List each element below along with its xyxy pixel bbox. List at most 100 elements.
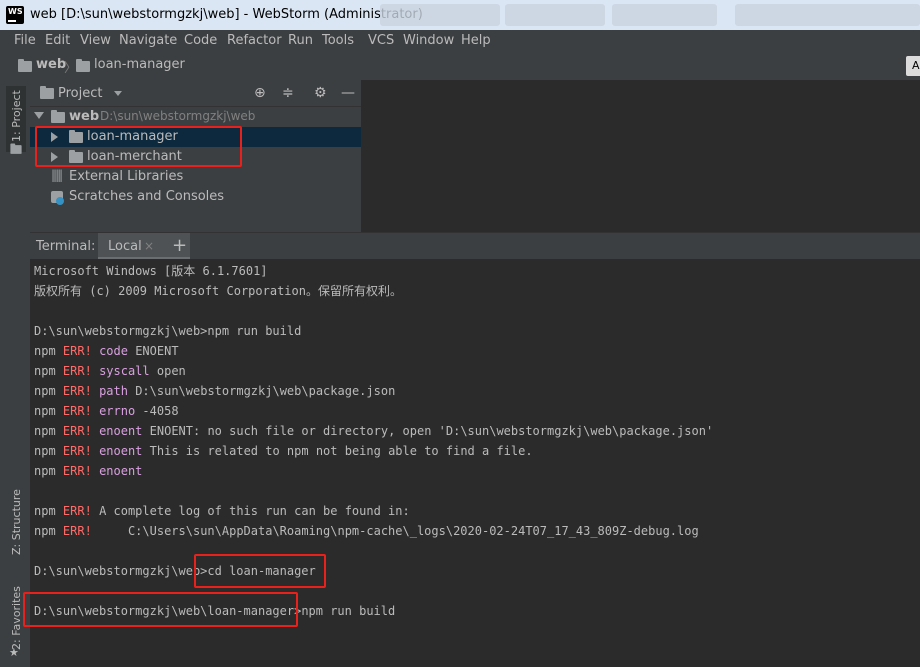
collapse-all-icon[interactable]: ≑ xyxy=(282,85,294,101)
tree-root-label: web xyxy=(69,109,100,124)
err-label: ERR! xyxy=(62,404,92,418)
scratches-badge-icon xyxy=(56,197,64,205)
tree-item-scratches[interactable]: Scratches and Consoles xyxy=(30,187,361,207)
menu-code[interactable]: Code xyxy=(184,33,217,48)
chevron-down-icon[interactable] xyxy=(114,91,122,96)
blurred-taskbar-item xyxy=(612,4,717,26)
terminal-label: Terminal: xyxy=(36,239,96,254)
webstorm-app-icon[interactable]: WS xyxy=(6,6,24,24)
terminal-line: npm ERR! C:\Users\sun\AppData\Roaming\np… xyxy=(34,521,699,541)
breadcrumb: web 〉 loan-manager A xyxy=(0,52,920,81)
menu-window[interactable]: Window xyxy=(403,33,454,48)
err-value: C:\Users\sun\AppData\Roaming\npm-cache\_… xyxy=(99,524,699,538)
err-key: enoent xyxy=(99,424,143,438)
project-panel-header: Project ⊕ ≑ ⚙ — xyxy=(30,80,361,107)
expand-arrow-icon[interactable] xyxy=(34,112,44,119)
close-icon[interactable]: × xyxy=(144,239,154,253)
err-label: ERR! xyxy=(62,424,92,438)
npm-label: npm xyxy=(34,444,56,458)
err-label: ERR! xyxy=(62,364,92,378)
err-value: ENOENT xyxy=(135,344,179,358)
err-value: This is related to npm not being able to… xyxy=(149,444,533,458)
npm-label: npm xyxy=(34,464,56,478)
npm-label: npm xyxy=(34,364,56,378)
minimize-icon[interactable]: — xyxy=(341,85,355,101)
left-tool-strip: 1: Project Z: Structure 2: Favorites ★ xyxy=(0,80,31,667)
editor-area[interactable] xyxy=(361,80,920,232)
npm-label: npm xyxy=(34,344,56,358)
npm-label: npm xyxy=(34,424,56,438)
tool-tab-favorites[interactable]: 2: Favorites xyxy=(10,586,23,650)
title-bar: WS web [D:\sun\webstormgzkj\web] - WebSt… xyxy=(0,0,920,30)
err-label: ERR! xyxy=(62,444,92,458)
menu-tools[interactable]: Tools xyxy=(322,33,354,48)
command: npm run build xyxy=(301,604,396,618)
err-label: ERR! xyxy=(62,344,92,358)
add-terminal-tab-button[interactable]: + xyxy=(172,235,187,256)
project-view-selector[interactable]: Project xyxy=(58,86,102,101)
tool-tab-project[interactable]: 1: Project xyxy=(10,90,23,142)
err-label: ERR! xyxy=(62,504,92,518)
terminal-line: npm ERR! enoent ENOENT: no such file or … xyxy=(34,421,713,441)
menu-refactor[interactable]: Refactor xyxy=(227,33,282,48)
star-icon: ★ xyxy=(9,646,19,659)
npm-label: npm xyxy=(34,384,56,398)
tree-root-web[interactable]: web D:\sun\webstormgzkj\web xyxy=(30,107,361,127)
terminal-line: Microsoft Windows [版本 6.1.7601] xyxy=(34,264,268,278)
terminal-line: 版权所有 (c) 2009 Microsoft Corporation。保留所有… xyxy=(34,284,402,298)
terminal-line: npm ERR! errno -4058 xyxy=(34,401,179,421)
menu-run[interactable]: Run xyxy=(288,33,313,48)
prompt: D:\sun\webstormgzkj\web> xyxy=(34,564,208,578)
terminal-line: npm ERR! code ENOENT xyxy=(34,341,179,361)
terminal-line: npm ERR! enoent This is related to npm n… xyxy=(34,441,533,461)
highlight-box-cd-command xyxy=(194,554,326,588)
npm-label: npm xyxy=(34,504,56,518)
menu-vcs[interactable]: VCS xyxy=(368,33,394,48)
menu-edit[interactable]: Edit xyxy=(45,33,70,48)
menu-bar: File Edit View Navigate Code Refactor Ru… xyxy=(0,30,920,52)
menu-navigate[interactable]: Navigate xyxy=(119,33,177,48)
err-label: ERR! xyxy=(62,524,92,538)
err-key: code xyxy=(99,344,128,358)
err-value: A complete log of this run can be found … xyxy=(99,504,410,518)
terminal-line: npm ERR! path D:\sun\webstormgzkj\web\pa… xyxy=(34,381,395,401)
project-folder-icon xyxy=(10,143,22,154)
terminal-header: Terminal: Local × + xyxy=(30,232,920,260)
breadcrumb-root[interactable]: web xyxy=(36,57,66,72)
err-key: path xyxy=(99,384,128,398)
menu-view[interactable]: View xyxy=(80,33,111,48)
window-title: web [D:\sun\webstormgzkj\web] - WebStorm… xyxy=(30,7,423,22)
libraries-icon: |||‖ xyxy=(51,168,63,182)
highlight-box-prompt-path xyxy=(23,592,298,627)
err-value: -4058 xyxy=(142,404,179,418)
terminal-tab-label: Local xyxy=(108,239,142,254)
blurred-taskbar-item xyxy=(380,4,500,26)
err-key: errno xyxy=(99,404,136,418)
tree-item-label: External Libraries xyxy=(69,169,184,184)
err-value: ENOENT: no such file or directory, open … xyxy=(149,424,714,438)
toolbar-edge-button[interactable]: A xyxy=(906,56,920,76)
err-label: ERR! xyxy=(62,384,92,398)
gear-icon[interactable]: ⚙ xyxy=(314,85,327,101)
menu-help[interactable]: Help xyxy=(461,33,491,48)
locate-target-icon[interactable]: ⊕ xyxy=(254,85,266,101)
terminal-line: D:\sun\webstormgzkj\web>npm run build xyxy=(34,321,301,341)
blurred-taskbar-item xyxy=(505,4,605,26)
tree-item-external-libraries[interactable]: |||‖ External Libraries xyxy=(30,167,361,187)
err-label: ERR! xyxy=(62,464,92,478)
npm-label: npm xyxy=(34,404,56,418)
terminal-line: npm ERR! A complete log of this run can … xyxy=(34,501,410,521)
highlight-box-project-items xyxy=(35,126,242,167)
tree-item-label: Scratches and Consoles xyxy=(69,189,225,204)
tool-tab-structure[interactable]: Z: Structure xyxy=(10,489,23,555)
menu-file[interactable]: File xyxy=(14,33,36,48)
err-key: enoent xyxy=(99,464,143,478)
folder-icon xyxy=(51,110,65,123)
folder-icon xyxy=(76,59,90,72)
err-value: open xyxy=(156,364,186,378)
breadcrumb-child[interactable]: loan-manager xyxy=(94,57,185,72)
tree-root-path: D:\sun\webstormgzkj\web xyxy=(100,109,256,123)
project-view-icon xyxy=(40,86,54,99)
command: npm run build xyxy=(207,324,302,338)
terminal-line: npm ERR! syscall open xyxy=(34,361,186,381)
